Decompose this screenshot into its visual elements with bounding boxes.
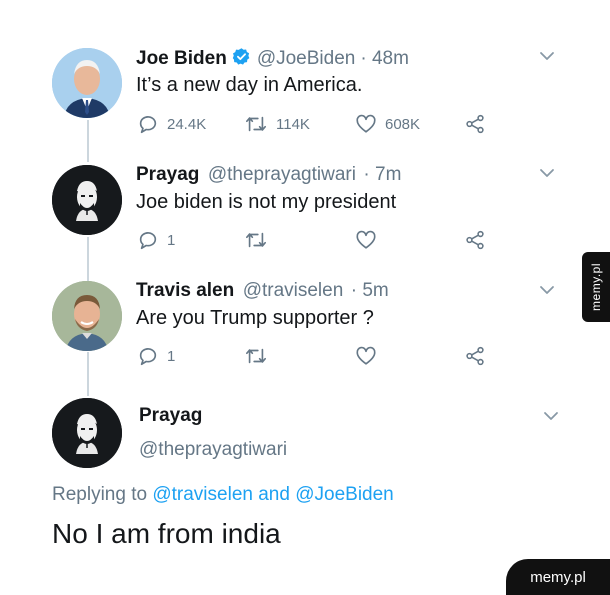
timestamp[interactable]: · 48m [360,48,409,70]
thread-line [87,120,89,162]
share-button[interactable] [463,345,487,367]
avatar[interactable] [52,165,122,235]
reply-count: 1 [167,231,176,249]
mention-link[interactable]: @traviselen [152,484,253,505]
avatar[interactable] [52,281,122,351]
chevron-down-icon[interactable] [539,167,555,179]
timestamp[interactable]: · 7m [363,164,401,185]
reply-icon [139,232,157,250]
user-handle[interactable]: @theprayagtiwari [139,439,287,461]
retweet-icon [246,348,266,364]
watermark-text: memy.pl [530,568,586,586]
user-handle[interactable]: @JoeBiden [257,48,356,70]
user-handle[interactable]: @traviselen [243,280,344,301]
retweet-button[interactable] [244,345,268,367]
like-button[interactable]: 608K [355,113,420,135]
share-icon [466,114,484,134]
verified-badge-icon [232,47,251,71]
tweet-text: Joe biden is not my president [136,191,397,213]
reply-icon [139,116,157,134]
share-button[interactable] [463,113,487,135]
share-button[interactable] [463,229,487,251]
avatar[interactable] [52,48,122,118]
tweet-text: Are you Trump supporter ? [136,307,374,329]
display-name[interactable]: Travis alen [136,280,234,301]
chevron-down-icon[interactable] [543,410,559,422]
share-icon [466,346,484,366]
display-name[interactable]: Prayag [136,164,199,185]
like-icon [356,346,376,365]
reply-button[interactable]: 1 [137,229,175,251]
reply-button[interactable]: 24.4K [137,113,206,135]
watermark-text: memy.pl [589,263,603,311]
user-handle[interactable]: @theprayagtiwari [208,164,356,185]
tweet-text: No I am from india [52,518,281,549]
chevron-down-icon[interactable] [539,284,555,296]
timestamp[interactable]: · 5m [351,280,389,301]
retweet-button[interactable]: 114K [244,113,310,135]
retweet-icon [246,232,266,248]
reply-count: 24.4K [167,115,207,133]
like-button[interactable] [355,229,377,251]
replying-prefix: Replying to [52,484,148,505]
like-icon [356,114,376,133]
like-count: 608K [385,115,421,133]
like-icon [356,230,376,249]
retweet-icon [246,116,266,132]
avatar[interactable] [52,398,122,468]
reply-button[interactable]: 1 [137,345,175,367]
tweet-text: It’s a new day in America. [136,74,363,96]
reply-icon [139,348,157,366]
thread-line [87,237,89,281]
replying-and: and [258,484,290,505]
replying-to: Replying to @traviselen and @JoeBiden [52,484,394,506]
share-icon [466,230,484,250]
display-name[interactable]: Joe Biden [136,48,227,70]
like-button[interactable] [355,345,377,367]
retweet-button[interactable] [244,229,268,251]
watermark-bottom: memy.pl [506,559,610,595]
chevron-down-icon[interactable] [539,50,555,62]
display-name[interactable]: Prayag [139,405,202,427]
mention-link[interactable]: @JoeBiden [295,484,394,505]
thread-line [87,352,89,396]
retweet-count: 114K [276,115,310,133]
reply-count: 1 [167,347,176,365]
watermark-side: memy.pl [582,252,610,322]
